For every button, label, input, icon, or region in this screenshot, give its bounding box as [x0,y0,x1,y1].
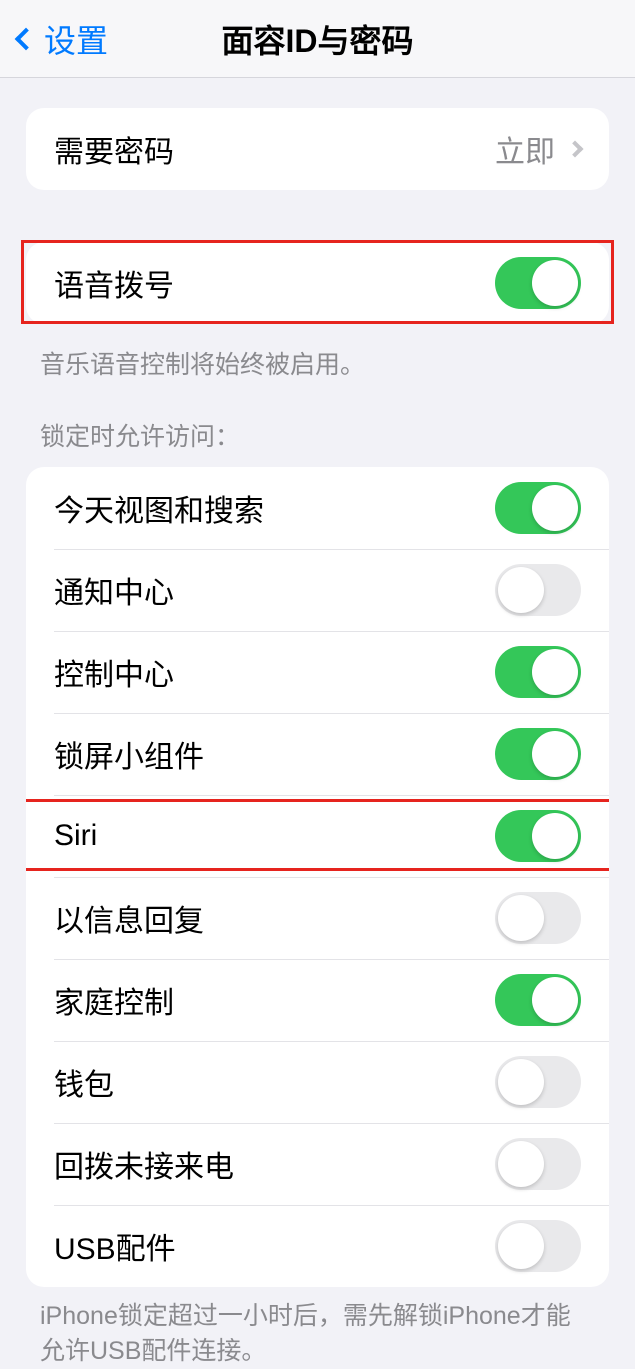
voice-dial-footer: 音乐语音控制将始终被启用。 [0,336,635,383]
group-lock-access: 今天视图和搜索 通知中心 控制中心 锁屏小组件 Siri 以信息回复 家庭控制 [26,467,609,1287]
row-reply-message: 以信息回复 [26,877,609,959]
voice-dial-label: 语音拨号 [54,261,174,305]
row-wallet: 钱包 [26,1041,609,1123]
row-control-center: 控制中心 [26,631,609,713]
section-header-lock-access: 锁定时允许访问： [0,383,635,453]
today-search-label: 今天视图和搜索 [54,486,264,530]
today-search-toggle[interactable] [495,482,581,534]
notification-center-label: 通知中心 [54,568,174,612]
return-missed-call-toggle[interactable] [495,1138,581,1190]
notification-center-toggle[interactable] [495,564,581,616]
siri-toggle[interactable] [495,810,581,862]
back-label: 设置 [44,16,108,62]
row-today-search: 今天视图和搜索 [26,467,609,549]
back-button[interactable]: 设置 [6,16,108,62]
usb-accessories-toggle[interactable] [495,1220,581,1272]
chevron-left-icon [15,27,38,50]
row-notification-center: 通知中心 [26,549,609,631]
usb-accessories-label: USB配件 [54,1224,176,1268]
group-voice-dial: 语音拨号 [26,242,609,324]
wallet-toggle[interactable] [495,1056,581,1108]
return-missed-call-label: 回拨未接来电 [54,1142,234,1186]
row-require-password[interactable]: 需要密码 立即 [26,108,609,190]
page-title: 面容ID与密码 [221,16,413,62]
row-usb-accessories: USB配件 [26,1205,609,1287]
highlight-voice-dial: 语音拨号 [26,242,609,336]
usb-footer-note: iPhone锁定超过一小时后，需先解锁iPhone才能允许USB配件连接。 [0,1287,635,1369]
row-siri: Siri [26,795,609,877]
control-center-toggle[interactable] [495,646,581,698]
reply-message-toggle[interactable] [495,892,581,944]
row-home-control: 家庭控制 [26,959,609,1041]
row-return-missed-call: 回拨未接来电 [26,1123,609,1205]
row-lock-widgets: 锁屏小组件 [26,713,609,795]
lock-widgets-toggle[interactable] [495,728,581,780]
home-control-toggle[interactable] [495,974,581,1026]
voice-dial-toggle[interactable] [495,257,581,309]
require-password-label: 需要密码 [54,127,174,171]
lock-widgets-label: 锁屏小组件 [54,732,204,776]
home-control-label: 家庭控制 [54,978,174,1022]
siri-label: Siri [54,819,97,853]
header-bar: 设置 面容ID与密码 [0,0,635,78]
reply-message-label: 以信息回复 [54,896,204,940]
row-voice-dial: 语音拨号 [26,242,609,324]
content: 需要密码 立即 语音拨号 音乐语音控制将始终被启用。 锁定时允许访问： 今天视图… [0,108,635,1369]
chevron-right-icon [567,141,584,158]
group-require-password: 需要密码 立即 [26,108,609,190]
toggle-knob [532,260,578,306]
wallet-label: 钱包 [54,1060,114,1104]
control-center-label: 控制中心 [54,650,174,694]
require-password-value: 立即 [495,127,581,171]
